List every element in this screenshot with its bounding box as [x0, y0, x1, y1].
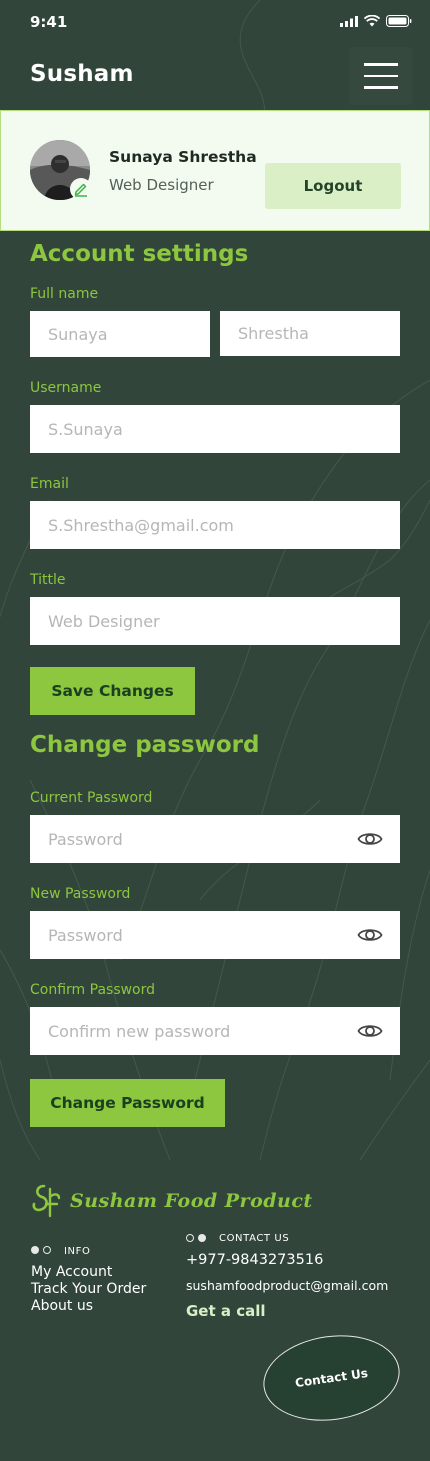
- contact-heading: CONTACT US: [219, 1233, 290, 1244]
- profile-card: Sunaya Shrestha Web Designer Logout: [0, 110, 430, 231]
- status-time: 9:41: [30, 13, 68, 31]
- email-label: Email: [30, 476, 69, 492]
- profile-role: Web Designer: [109, 176, 214, 194]
- logout-button[interactable]: Logout: [265, 163, 401, 209]
- new-password-label: New Password: [30, 886, 131, 902]
- username-label: Username: [30, 380, 102, 396]
- title-label: Tittle: [30, 572, 66, 588]
- confirm-password-label: Confirm Password: [30, 982, 156, 998]
- confirm-password-input[interactable]: [30, 1007, 400, 1055]
- info-dots: [31, 1246, 51, 1254]
- footer-logo[interactable]: Susham Food Product: [30, 1183, 313, 1219]
- status-icons: [340, 15, 412, 27]
- title-input[interactable]: [30, 597, 400, 645]
- pencil-icon: [74, 183, 87, 197]
- brand-title: Susham: [30, 61, 134, 87]
- battery-icon: [386, 15, 412, 27]
- first-name-input[interactable]: [30, 311, 210, 357]
- info-heading: INFO: [64, 1246, 91, 1257]
- eye-icon[interactable]: [357, 1021, 383, 1041]
- dot-filled: [198, 1234, 206, 1242]
- footer-logo-text: Susham Food Product: [70, 1190, 313, 1212]
- eye-icon[interactable]: [357, 829, 383, 849]
- eye-icon[interactable]: [357, 925, 383, 945]
- profile-name: Sunaya Shrestha: [109, 148, 257, 166]
- new-password-input[interactable]: [30, 911, 400, 959]
- about-us-link[interactable]: About us: [31, 1298, 93, 1314]
- menu-line: [364, 74, 398, 78]
- hamburger-menu-button[interactable]: [349, 47, 413, 105]
- edit-avatar-button[interactable]: [70, 178, 92, 200]
- contact-us-button[interactable]: Contact Us: [257, 1326, 406, 1430]
- current-password-input[interactable]: [30, 815, 400, 863]
- username-input[interactable]: [30, 405, 400, 453]
- email-input[interactable]: [30, 501, 400, 549]
- change-password-title: Change password: [30, 732, 260, 758]
- full-name-label: Full name: [30, 286, 99, 302]
- status-bar: 9:41: [0, 0, 430, 44]
- susham-logo-icon: [32, 1184, 61, 1218]
- save-changes-button[interactable]: Save Changes: [30, 667, 195, 715]
- contact-email[interactable]: sushamfoodproduct@gmail.com: [186, 1278, 388, 1293]
- menu-line: [364, 86, 398, 89]
- change-password-button[interactable]: Change Password: [30, 1079, 225, 1127]
- my-account-link[interactable]: My Account: [31, 1264, 112, 1280]
- contact-phone[interactable]: +977-9843273516: [186, 1252, 323, 1268]
- signal-icon: [340, 15, 358, 27]
- dot-outline: [43, 1246, 51, 1254]
- track-order-link[interactable]: Track Your Order: [31, 1281, 146, 1297]
- dot-filled: [31, 1246, 39, 1254]
- get-a-call-link[interactable]: Get a call: [186, 1302, 266, 1320]
- menu-line: [364, 63, 398, 66]
- contact-dots: [186, 1234, 206, 1242]
- last-name-input[interactable]: [220, 311, 400, 356]
- current-password-label: Current Password: [30, 790, 153, 806]
- wifi-icon: [364, 15, 380, 27]
- dot-outline: [186, 1234, 194, 1242]
- account-settings-title: Account settings: [30, 241, 249, 267]
